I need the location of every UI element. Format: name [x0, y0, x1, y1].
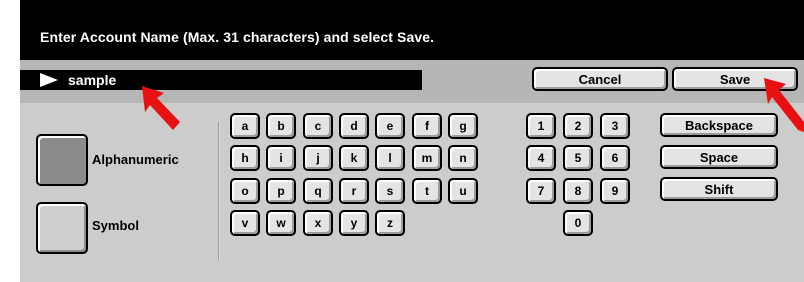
key-7[interactable]: 7	[526, 178, 556, 204]
key-o[interactable]: o	[230, 178, 260, 204]
callout-pointer-save-icon	[764, 78, 804, 132]
instruction-text: Enter Account Name (Max. 31 characters) …	[40, 29, 435, 45]
key-q[interactable]: q	[303, 178, 333, 204]
key-i[interactable]: i	[266, 145, 296, 171]
alphanumeric-mode-label: Alphanumeric	[92, 152, 179, 167]
key-l[interactable]: l	[375, 145, 405, 171]
key-m[interactable]: m	[412, 145, 442, 171]
key-1[interactable]: 1	[526, 113, 556, 139]
key-9[interactable]: 9	[600, 178, 630, 204]
key-f[interactable]: f	[412, 113, 442, 139]
key-2[interactable]: 2	[563, 113, 593, 139]
key-u[interactable]: u	[448, 178, 478, 204]
keyboard-divider	[218, 122, 220, 260]
key-3[interactable]: 3	[600, 113, 630, 139]
symbol-mode-label: Symbol	[92, 218, 139, 233]
key-p[interactable]: p	[266, 178, 296, 204]
key-z[interactable]: z	[375, 210, 405, 236]
key-r[interactable]: r	[339, 178, 369, 204]
cancel-button[interactable]: Cancel	[532, 67, 668, 91]
key-0[interactable]: 0	[563, 210, 593, 236]
key-g[interactable]: g	[448, 113, 478, 139]
key-y[interactable]: y	[339, 210, 369, 236]
key-d[interactable]: d	[339, 113, 369, 139]
key-a[interactable]: a	[230, 113, 260, 139]
symbol-mode-button[interactable]	[36, 202, 88, 254]
key-x[interactable]: x	[303, 210, 333, 236]
key-w[interactable]: w	[266, 210, 296, 236]
key-h[interactable]: h	[230, 145, 260, 171]
alphanumeric-mode-button[interactable]	[36, 134, 88, 186]
key-n[interactable]: n	[448, 145, 478, 171]
account-name-value: sample	[68, 72, 117, 88]
key-4[interactable]: 4	[526, 145, 556, 171]
key-5[interactable]: 5	[563, 145, 593, 171]
shift-button[interactable]: Shift	[660, 177, 778, 201]
cursor-arrow-icon	[40, 73, 58, 87]
key-c[interactable]: c	[303, 113, 333, 139]
key-e[interactable]: e	[375, 113, 405, 139]
key-v[interactable]: v	[230, 210, 260, 236]
key-t[interactable]: t	[412, 178, 442, 204]
key-b[interactable]: b	[266, 113, 296, 139]
key-6[interactable]: 6	[600, 145, 630, 171]
key-8[interactable]: 8	[563, 178, 593, 204]
key-j[interactable]: j	[303, 145, 333, 171]
key-s[interactable]: s	[375, 178, 405, 204]
key-k[interactable]: k	[339, 145, 369, 171]
callout-pointer-field-icon	[142, 86, 180, 130]
space-button[interactable]: Space	[660, 145, 778, 169]
